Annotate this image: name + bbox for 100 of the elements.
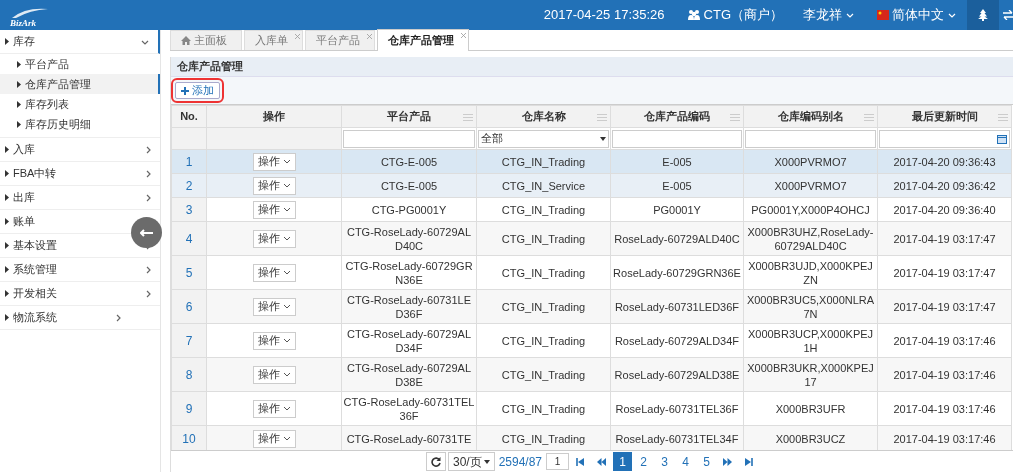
action-dropdown[interactable]: 操作 — [252, 263, 296, 282]
filter-field[interactable] — [745, 129, 876, 148]
action-dropdown[interactable]: 操作 — [252, 229, 296, 248]
table-cell: 2017-04-20 09:36:40 — [893, 203, 996, 216]
sidebar-subitem[interactable]: 平台产品 — [0, 54, 160, 74]
sidebar-subitem[interactable]: 库存列表 — [0, 94, 160, 114]
table-cell: CTG_IN_Trading — [501, 432, 586, 445]
table-cell: CTG-RoseLady-60729GRN36E — [345, 259, 473, 286]
date-filter-field[interactable] — [879, 129, 1010, 148]
page-button[interactable]: 3 — [655, 452, 675, 471]
page-size-select[interactable]: 30/页 — [447, 452, 495, 471]
table-cell: 2017-04-20 09:36:42 — [893, 179, 996, 192]
sidebar-item[interactable]: 库存 — [5, 30, 35, 53]
caret-right-icon — [5, 290, 9, 297]
sidebar-item[interactable]: 入库 — [5, 138, 35, 161]
chevron-down-icon — [282, 337, 291, 344]
action-dropdown[interactable]: 操作 — [252, 399, 296, 418]
table-cell: X000BR3UJD,X000KPEJZN — [748, 259, 873, 286]
sidebar-item[interactable]: 出库 — [5, 186, 35, 209]
table-row[interactable]: 2 操作 CTG-E-005 CTG_IN_Service E-005 X000PVRMO7 2017-04-20 09:36:42 — [171, 173, 1012, 198]
table-cell: X000BR3UHZ,RoseLady-60729ALD40C — [747, 225, 874, 252]
sidebar-item[interactable]: 系统管理 — [5, 258, 57, 281]
refresh-icon — [430, 456, 441, 467]
table-cell: CTG-RoseLady-60731TEL36F — [343, 395, 475, 422]
caret-right-icon — [5, 218, 9, 225]
sidebar-item[interactable]: 开发相关 — [5, 282, 57, 305]
table-cell: CTG_IN_Trading — [501, 266, 586, 279]
action-dropdown[interactable]: 操作 — [252, 365, 296, 384]
caret-right-icon — [5, 194, 9, 201]
sidebar-item[interactable]: 基本设置 — [5, 234, 57, 257]
next-page-icon — [723, 457, 733, 466]
tab[interactable]: 平台产品 — [305, 30, 375, 50]
record-count: 2594/87 — [497, 453, 544, 471]
action-dropdown[interactable]: 操作 — [252, 429, 296, 448]
chevron-down-icon — [282, 371, 291, 378]
column-header[interactable]: No. — [171, 105, 207, 128]
users-icon — [686, 9, 701, 21]
table-cell: E-005 — [662, 179, 692, 192]
row-number: 4 — [185, 231, 193, 246]
chevron-down-icon — [282, 435, 291, 442]
action-dropdown[interactable]: 操作 — [252, 297, 296, 316]
plus-icon — [181, 86, 189, 95]
datetime: 2017-04-25 17:35:26 — [543, 6, 665, 25]
sidebar-subitem[interactable]: 仓库产品管理 — [0, 74, 160, 94]
column-header[interactable]: 仓库编码别名 — [743, 105, 878, 128]
caret-right-icon — [17, 100, 21, 108]
tab[interactable]: 入库单 — [244, 30, 303, 50]
caret-down-icon — [600, 136, 606, 141]
tab[interactable]: 仓库产品管理 — [377, 29, 469, 51]
column-header[interactable]: 平台产品 — [341, 105, 477, 128]
close-icon — [295, 34, 300, 39]
tab[interactable]: 主面板 — [170, 30, 242, 50]
page-button[interactable]: 2 — [634, 452, 654, 471]
table-cell: X000BR3UC5,X000NLRA7N — [746, 293, 875, 320]
tree-button[interactable] — [967, 0, 999, 30]
collapse-sidebar-button[interactable] — [131, 217, 162, 248]
table-row[interactable]: 9 操作 CTG-RoseLady-60731TEL36F CTG_IN_Trading RoseLady-60731TEL36F X000BR3UFR 2017-04-19 03:17:46 — [171, 391, 1012, 426]
chevron-down-icon — [282, 269, 291, 276]
caret-down-icon — [483, 459, 490, 464]
table-cell: CTG-E-005 — [380, 179, 438, 192]
table-cell: CTG_IN_Trading — [501, 402, 586, 415]
table-cell: CTG_IN_Service — [501, 179, 586, 192]
account-name: CTG（商户） — [703, 6, 783, 25]
first-page-icon — [576, 457, 586, 466]
table-cell: 2017-04-19 03:17:47 — [893, 300, 996, 313]
page-button[interactable]: 5 — [697, 452, 717, 471]
page-button[interactable]: 4 — [676, 452, 696, 471]
action-dropdown[interactable]: 操作 — [252, 200, 296, 219]
filter-field[interactable] — [343, 129, 475, 148]
table-row[interactable]: 1 操作 CTG-E-005 CTG_IN_Trading E-005 X000PVRMO7 2017-04-20 09:36:43 — [171, 149, 1012, 174]
filter-select[interactable]: 全部 — [478, 129, 609, 148]
sidebar-item[interactable]: FBA中转 — [5, 162, 57, 185]
refresh-button[interactable] — [425, 452, 446, 471]
column-header[interactable]: 操作 — [206, 105, 342, 128]
column-header[interactable]: 仓库产品编码 — [610, 105, 744, 128]
swap-icon — [1003, 10, 1013, 20]
sidebar-subitem[interactable]: 库存历史明细 — [0, 114, 160, 134]
column-header[interactable]: 仓库名称 — [476, 105, 611, 128]
action-dropdown[interactable]: 操作 — [252, 152, 296, 171]
table-cell: 2017-04-20 09:36:43 — [893, 155, 996, 168]
language-menu[interactable]: 简体中文 — [877, 5, 957, 25]
action-dropdown[interactable]: 操作 — [252, 331, 296, 350]
filter-field[interactable] — [612, 129, 742, 148]
caret-right-icon — [5, 38, 9, 45]
row-number: 7 — [185, 333, 193, 348]
page-input[interactable]: 1 — [546, 453, 570, 470]
logo-text: BizArk — [10, 19, 37, 28]
table-cell: 2017-04-19 03:17:46 — [893, 368, 996, 381]
sidebar-item[interactable]: 账单 — [5, 210, 35, 233]
chevron-down-icon — [947, 11, 957, 19]
column-header[interactable]: 最后更新时间 — [877, 105, 1012, 128]
action-dropdown[interactable]: 操作 — [252, 176, 296, 195]
user-menu[interactable]: 李龙祥 — [803, 5, 855, 25]
table-cell: PG0001Y,X000P4OHCJ — [751, 203, 870, 216]
sidebar-item[interactable]: 物流系统 — [5, 306, 57, 329]
caret-right-icon — [5, 314, 9, 321]
table-row[interactable]: 10 操作 CTG-RoseLady-60731TE CTG_IN_Trading RoseLady-60731TEL34F X000BR3UCZ 2017-04-19 03:17:46 — [171, 425, 1012, 450]
table-row[interactable]: 3 操作 CTG-PG0001Y CTG_IN_Trading PG0001Y PG0001Y,X000P4OHCJ 2017-04-20 09:36:40 — [171, 197, 1012, 222]
page-button[interactable]: 1 — [613, 452, 633, 471]
row-number: 9 — [185, 401, 193, 416]
